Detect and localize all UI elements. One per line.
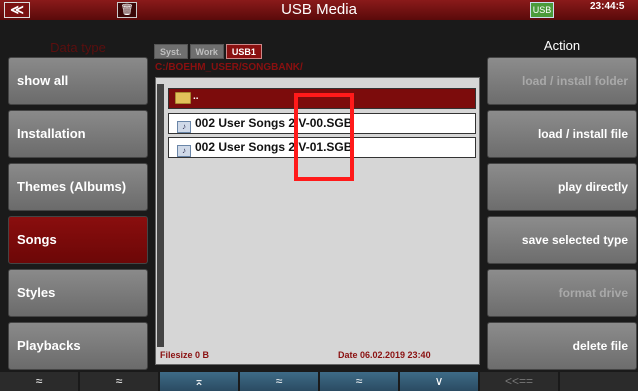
action-list: load / install folder load / install fil… <box>487 57 637 375</box>
nav-up-button[interactable]: ≈ <box>240 372 318 391</box>
top-bar: ≪ 🗑 USB Media USB 23:44:5 <box>0 0 638 20</box>
delete-file-button[interactable]: delete file <box>487 322 637 370</box>
data-type-header: Data type <box>50 40 106 55</box>
data-type-themes[interactable]: Themes (Albums) <box>8 163 148 211</box>
tab-syst[interactable]: Syst. <box>154 44 188 59</box>
nav-page-down-button[interactable]: ≈ <box>80 372 158 391</box>
tab-usb1[interactable]: USB1 <box>225 44 262 59</box>
clock: 23:44:5 <box>590 1 625 12</box>
tab-work[interactable]: Work <box>189 44 224 59</box>
date-label: Date 06.02.2019 23:40 <box>338 350 431 360</box>
play-directly-button[interactable]: play directly <box>487 163 637 211</box>
folder-icon <box>175 92 191 104</box>
highlight-box <box>294 93 354 181</box>
nav-empty-button[interactable] <box>560 372 638 391</box>
load-install-folder-button[interactable]: load / install folder <box>487 57 637 105</box>
scrollbar[interactable] <box>157 84 164 347</box>
filesize-label: Filesize 0 B <box>160 350 210 360</box>
nav-bottom-button[interactable]: ∨ <box>400 372 478 391</box>
drive-tabs: Syst. Work USB1 <box>154 44 262 60</box>
data-type-installation[interactable]: Installation <box>8 110 148 158</box>
format-drive-button[interactable]: format drive <box>487 269 637 317</box>
save-selected-type-button[interactable]: save selected type <box>487 216 637 264</box>
load-install-file-button[interactable]: load / install file <box>487 110 637 158</box>
nav-page-up-button[interactable]: ≈ <box>0 372 78 391</box>
data-type-show-all[interactable]: show all <box>8 57 148 105</box>
song-file-icon: ♪ <box>177 121 191 133</box>
nav-down-button[interactable]: ≈ <box>320 372 398 391</box>
data-type-playbacks[interactable]: Playbacks <box>8 322 148 370</box>
song-file-icon: ♪ <box>177 145 191 157</box>
nav-top-button[interactable]: ⌅ <box>160 372 238 391</box>
folder-up-label: .. <box>193 91 199 102</box>
data-type-styles[interactable]: Styles <box>8 269 148 317</box>
current-path: C:/BOEHM_USER/SONGBANK/ <box>155 62 303 73</box>
action-header: Action <box>543 38 581 53</box>
usb-icon: USB <box>530 2 554 18</box>
bottom-nav: ≈ ≈ ⌅ ≈ ≈ ∨ <<== <box>0 372 638 391</box>
data-type-list: show all Installation Themes (Albums) So… <box>8 57 148 375</box>
data-type-songs[interactable]: Songs <box>8 216 148 264</box>
nav-back-button[interactable]: <<== <box>480 372 558 391</box>
